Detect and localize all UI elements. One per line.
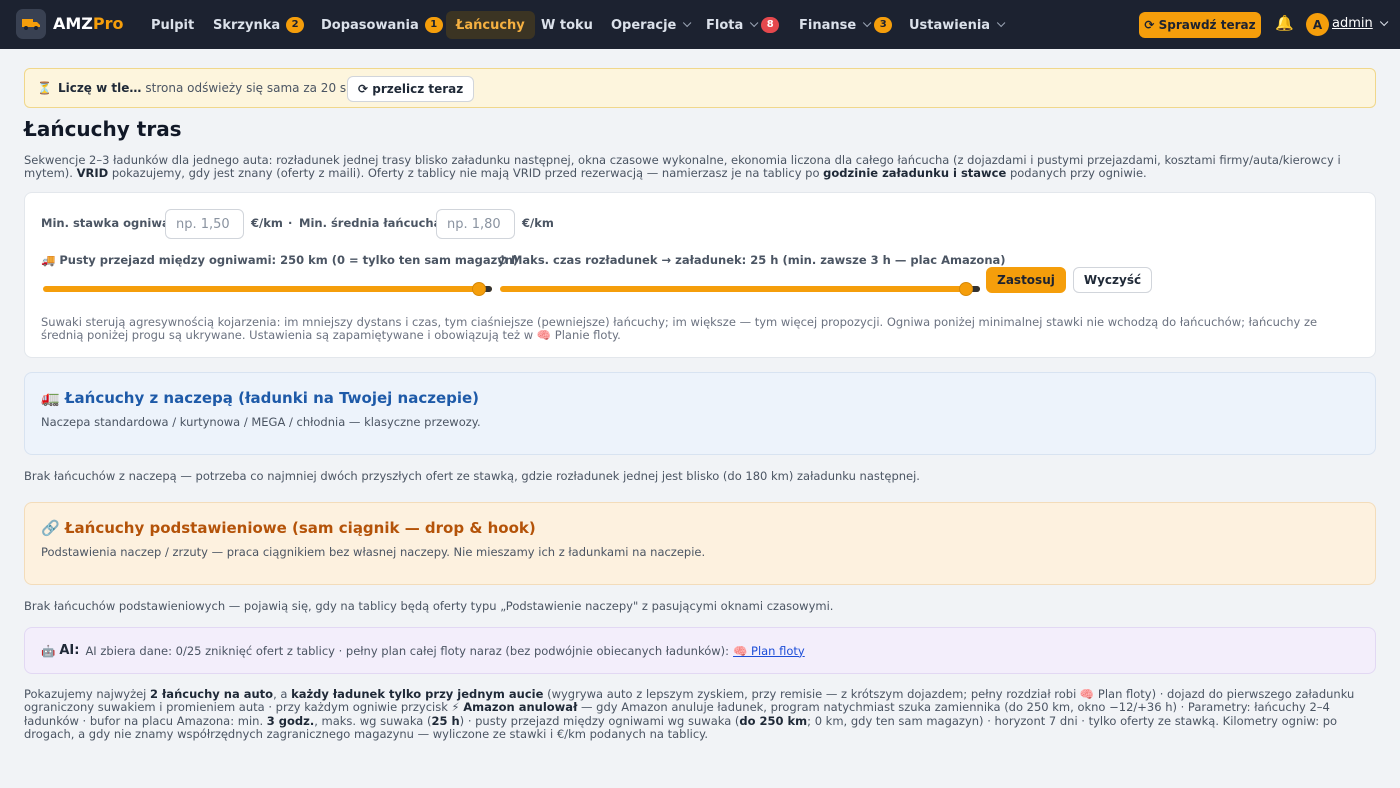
- nav-label: Operacje: [611, 17, 677, 33]
- drop-hook-section: 🔗 Łańcuchy podstawieniowe (sam ciągnik —…: [24, 502, 1376, 585]
- clear-button[interactable]: Wyczyść: [1073, 267, 1152, 293]
- ai-text: AI zbiera dane: 0/25 zniknięć ofert z ta…: [85, 643, 730, 658]
- ai-status-card: 🤖 AI: AI zbiera dane: 0/25 zniknięć ofer…: [24, 627, 1376, 674]
- min-avg-input[interactable]: np. 1,80: [436, 209, 515, 239]
- empty-distance-slider[interactable]: [43, 282, 492, 296]
- truck-logo-icon[interactable]: [16, 9, 46, 39]
- filter-panel: Min. stawka ogniwa np. 1,50 €/km · Min. …: [24, 192, 1376, 358]
- chevron-down-icon: [683, 18, 692, 28]
- min-avg-label: Min. średnia łańcucha: [299, 216, 442, 230]
- nav-item-ustawienia[interactable]: Ustawienia: [899, 11, 1012, 39]
- bell-icon[interactable]: 🔔: [1275, 14, 1294, 32]
- nav-item-finanse[interactable]: Finanse 3: [789, 11, 902, 39]
- section-subtitle: Podstawienia naczep / zrzuty — praca cią…: [41, 545, 706, 559]
- top-navbar: AMZPro Pulpit Skrzynka 2 Dopasowania 1 Łań…: [0, 0, 1400, 49]
- foot-text: , maks. wg suwaka (: [314, 713, 432, 728]
- recalculate-button[interactable]: ⟳ przelicz teraz: [347, 76, 475, 102]
- min-rate-input[interactable]: np. 1,50: [165, 209, 244, 239]
- nav-label: Dopasowania: [321, 17, 419, 33]
- ai-label: AI:: [59, 643, 80, 658]
- check-now-button[interactable]: ⟳ Sprawdź teraz: [1139, 12, 1261, 38]
- foot-text: Pokazujemy najwyżej: [24, 687, 147, 701]
- nav-label: Ustawienia: [909, 17, 991, 33]
- slider-handle[interactable]: [471, 282, 486, 296]
- desc-bold: VRID: [76, 166, 109, 180]
- brand-name-suffix: Pro: [92, 14, 124, 33]
- slider-handle[interactable]: [958, 282, 973, 296]
- separator-dot: ·: [288, 216, 293, 230]
- desc-bold: godzinie załadunku i stawce: [823, 166, 1007, 180]
- foot-text: , a: [273, 687, 288, 701]
- unit-label: €/km: [251, 216, 283, 230]
- foot-bold: 25 h: [431, 713, 460, 728]
- nav-label: Flota: [706, 17, 744, 33]
- foot-bold: każdy ładunek tylko przy jednym aucie: [291, 687, 544, 701]
- drop-empty-message: Brak łańcuchów podstawieniowych — pojawi…: [24, 599, 834, 613]
- nav-label: Skrzynka: [213, 17, 281, 33]
- desc-text: podanych przy ogniwie.: [1009, 166, 1147, 180]
- brand-name: AMZ: [53, 14, 93, 33]
- avatar[interactable]: A: [1306, 13, 1329, 36]
- section-title: 🔗 Łańcuchy podstawieniowe (sam ciągnik —…: [41, 519, 536, 537]
- brand-logo-text[interactable]: AMZPro: [53, 14, 124, 33]
- apply-button[interactable]: Zastosuj: [986, 267, 1066, 293]
- desc-text: pokazujemy, gdy jest znany (oferty z mai…: [111, 166, 820, 180]
- foot-bold: 2 łańcuchy na auto: [150, 687, 274, 701]
- nav-label: Pulpit: [151, 17, 195, 33]
- user-name: admin: [1332, 16, 1373, 31]
- recalc-notice: ⏳ Liczę w tle… strona odświeży się sama …: [24, 68, 1376, 108]
- chevron-down-icon: [996, 18, 1006, 28]
- footer-notes: Pokazujemy najwyżej 2 łańcuchy na auto, …: [24, 687, 1376, 741]
- nav-label: Finanse: [799, 17, 857, 33]
- page-title: Łańcuchy tras: [24, 117, 182, 141]
- unit-label: €/km: [522, 216, 554, 230]
- count-badge: 3: [874, 17, 893, 33]
- notice-text: strona odświeży się sama za 20 s.: [145, 81, 350, 95]
- min-rate-label: Min. stawka ogniwa: [41, 216, 170, 230]
- foot-text: ) · pusty przejazd między ogniwami wg su…: [459, 713, 740, 728]
- section-subtitle: Naczepa standardowa / kurtynowa / MEGA /…: [41, 415, 481, 429]
- nav-label: Łańcuchy: [456, 17, 525, 33]
- max-time-label: ⏱ Maks. czas rozładunek → załadunek: 25 …: [498, 253, 1006, 267]
- nav-item-w-toku[interactable]: W toku: [531, 11, 603, 39]
- max-time-slider[interactable]: [500, 282, 980, 296]
- count-badge: 1: [424, 17, 443, 33]
- filter-hint: Suwaki sterują agresywnością kojarzenia:…: [41, 315, 1318, 342]
- chevron-down-icon: [750, 18, 759, 28]
- empty-distance-label: 🚚 Pusty przejazd między ogniwami: 250 km…: [41, 253, 519, 267]
- nav-item-flota[interactable]: Flota 8: [696, 11, 789, 39]
- foot-bold: Amazon anulował: [463, 700, 578, 715]
- nav-item-operacje[interactable]: Operacje: [601, 11, 698, 39]
- page-description: Sekwencje 2–3 ładunków dla jednego auta:…: [24, 154, 1364, 180]
- foot-bold: 3 godz.: [266, 713, 315, 728]
- fleet-plan-link[interactable]: 🧠 Plan floty: [733, 644, 805, 658]
- nav-item-lancuchy[interactable]: Łańcuchy: [446, 11, 535, 39]
- chevron-down-icon: [863, 18, 872, 28]
- count-badge: 2: [286, 17, 305, 33]
- robot-icon: 🤖: [41, 643, 56, 658]
- count-badge: 8: [761, 17, 780, 33]
- foot-bold: do 250 km: [739, 713, 808, 728]
- user-menu[interactable]: admin: [1332, 16, 1389, 31]
- nav-label: W toku: [541, 17, 593, 33]
- trailer-empty-message: Brak łańcuchów z naczepą — potrzeba co n…: [24, 469, 920, 483]
- nav-item-skrzynka[interactable]: Skrzynka 2: [203, 11, 314, 39]
- notice-bold: Liczę w tle…: [57, 81, 142, 95]
- trailer-chains-section: 🚛 Łańcuchy z naczepą (ładunki na Twojej …: [24, 372, 1376, 455]
- nav-item-dopasowania[interactable]: Dopasowania 1: [311, 11, 453, 39]
- hourglass-icon: ⏳: [37, 81, 52, 95]
- chevron-down-icon: [1379, 17, 1389, 27]
- section-title: 🚛 Łańcuchy z naczepą (ładunki na Twojej …: [41, 389, 480, 407]
- nav-item-pulpit[interactable]: Pulpit: [141, 11, 204, 39]
